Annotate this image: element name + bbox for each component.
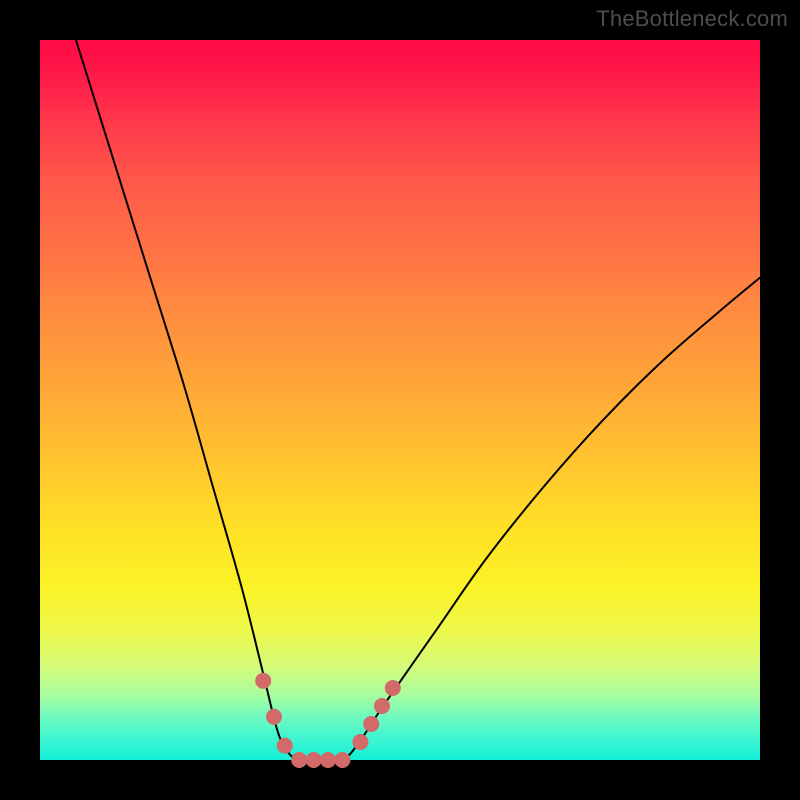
highlight-dot [266,709,282,725]
highlight-dots-group [255,673,401,768]
highlight-dot [277,738,293,754]
highlight-dot [291,752,307,768]
highlight-dot [306,752,322,768]
highlight-dot [255,673,271,689]
highlight-dot [363,716,379,732]
highlight-dot [352,734,368,750]
highlight-dot [385,680,401,696]
curve-svg [40,40,760,760]
chart-frame: TheBottleneck.com [0,0,800,800]
highlight-dot [320,752,336,768]
highlight-dot [334,752,350,768]
bottleneck-curve [76,40,760,761]
watermark-text: TheBottleneck.com [596,6,788,32]
plot-area [40,40,760,760]
highlight-dot [374,698,390,714]
